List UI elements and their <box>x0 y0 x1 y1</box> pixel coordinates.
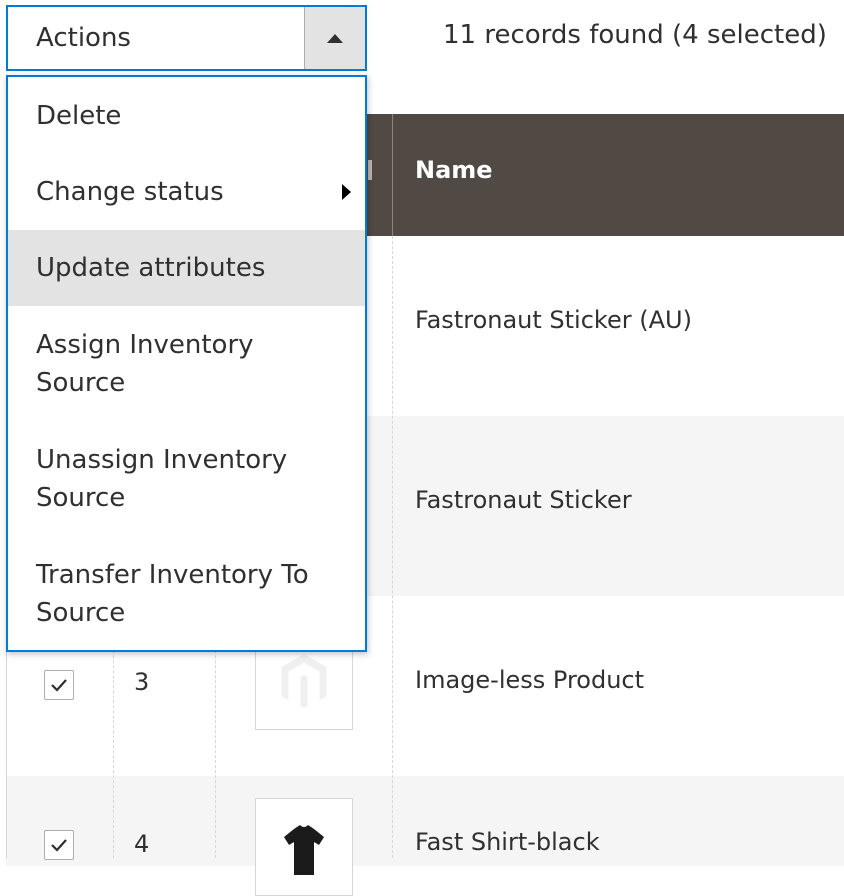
menu-item-label: Assign Inventory Source <box>36 329 254 398</box>
menu-item-delete[interactable]: Delete <box>8 78 365 154</box>
menu-item-label: Change status <box>36 177 224 207</box>
menu-item-change-status[interactable]: Change status <box>8 154 365 230</box>
row-checkbox[interactable] <box>44 670 74 700</box>
menu-item-label: Transfer Inventory To Source <box>36 559 309 628</box>
column-separator <box>392 114 393 236</box>
table-row[interactable]: 4 Fast Shirt-black <box>6 776 844 896</box>
chevron-right-icon <box>342 184 351 200</box>
menu-item-unassign-inventory-source[interactable]: Unassign Inventory Source <box>8 421 365 536</box>
id-column-sort-icon[interactable] <box>368 160 372 180</box>
product-name: Fastronaut Sticker (AU) <box>415 306 692 334</box>
checkmark-icon <box>51 839 67 852</box>
product-name: Fastronaut Sticker <box>415 486 632 514</box>
row-checkbox[interactable] <box>44 830 74 860</box>
menu-item-transfer-inventory-to-source[interactable]: Transfer Inventory To Source <box>8 536 365 651</box>
column-header-name[interactable]: Name <box>415 156 493 184</box>
black-tshirt-icon <box>284 825 324 875</box>
product-name: Fast Shirt-black <box>415 828 600 856</box>
menu-item-label: Unassign Inventory Source <box>36 444 288 513</box>
menu-item-assign-inventory-source[interactable]: Assign Inventory Source <box>8 306 365 421</box>
actions-label: Actions <box>36 23 131 53</box>
product-thumbnail[interactable] <box>255 798 353 896</box>
actions-toggle-button[interactable] <box>304 7 365 69</box>
actions-dropdown[interactable]: Actions <box>6 5 367 71</box>
product-id: 4 <box>134 830 150 858</box>
records-count: 11 records found (4 selected) <box>443 20 827 50</box>
caret-up-icon <box>327 33 343 43</box>
menu-item-label: Update attributes <box>36 253 266 283</box>
column-divider <box>392 236 393 858</box>
product-name: Image-less Product <box>415 666 645 694</box>
checkmark-icon <box>51 679 67 692</box>
menu-item-label: Delete <box>36 101 122 131</box>
magento-placeholder-icon <box>281 654 327 708</box>
actions-menu: Delete Change status Update attributes A… <box>6 75 367 652</box>
product-id: 3 <box>134 668 150 696</box>
menu-item-update-attributes[interactable]: Update attributes <box>8 230 365 306</box>
